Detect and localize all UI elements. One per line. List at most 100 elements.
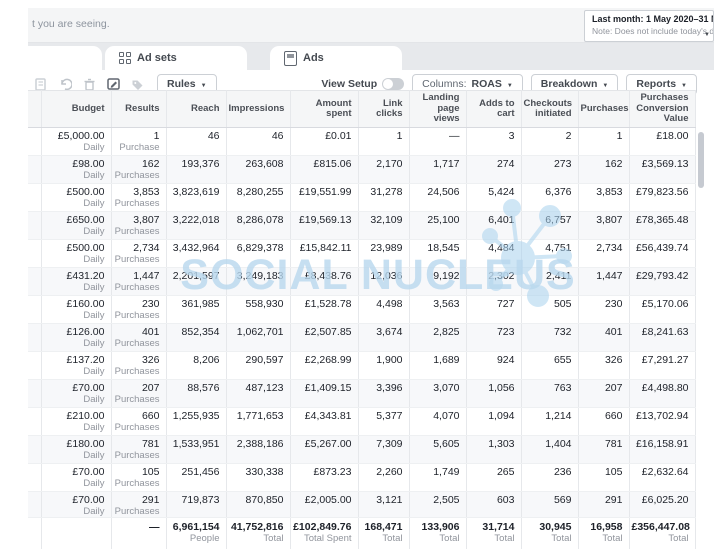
cell-purchases: 326 [578, 352, 629, 380]
cell-purchases-conversion-value: £2,632.64 [629, 464, 695, 492]
cell-amount-spent: £1,528.78 [290, 296, 358, 324]
cell-link-clicks: 3,674 [358, 324, 409, 352]
table-row[interactable]: £70.00Daily105Purchases251,456330,338£87… [28, 464, 695, 492]
column-header[interactable]: Adds to cart [466, 91, 521, 128]
table-row[interactable]: £5,000.00Daily1Purchase4646£0.011—321£18… [28, 128, 695, 156]
cell-purchases-conversion-value: £79,823.56 [629, 184, 695, 212]
total-cell: £102,849.76Total Spent [290, 518, 358, 549]
cell-landing-page-views: 24,506 [409, 184, 466, 212]
cell-impressions: 8,286,078 [226, 212, 290, 240]
cell-purchases-conversion-value: £7,291.27 [629, 352, 695, 380]
tab-ad-sets[interactable]: Ad sets [105, 46, 247, 70]
total-cell: 16,958Total [578, 518, 629, 549]
table-row[interactable]: £70.00Daily207Purchases88,576487,123£1,4… [28, 380, 695, 408]
cell-amount-spent: £1,409.15 [290, 380, 358, 408]
cell-link-clicks: 32,109 [358, 212, 409, 240]
cell-purchases-conversion-value: £6,025.20 [629, 492, 695, 518]
column-header[interactable]: Landing page views [409, 91, 466, 128]
cell-purchases: 105 [578, 464, 629, 492]
cell-landing-page-views: 1,749 [409, 464, 466, 492]
cell-stub [28, 492, 41, 518]
table-row[interactable]: £431.20Daily1,447Purchases2,201,5973,249… [28, 268, 695, 296]
cell-purchases: 291 [578, 492, 629, 518]
cell-purchases-conversion-value: £3,569.13 [629, 156, 695, 184]
cell-adds-to-cart: 265 [466, 464, 521, 492]
table-row[interactable]: £500.00Daily2,734Purchases3,432,9646,829… [28, 240, 695, 268]
cell-link-clicks: 5,377 [358, 408, 409, 436]
cell-adds-to-cart: 723 [466, 324, 521, 352]
cell-checkouts-initiated: 273 [521, 156, 578, 184]
columns-prefix: Columns: [422, 78, 466, 90]
table-row[interactable]: £70.00Daily291Purchases719,873870,850£2,… [28, 492, 695, 518]
column-header[interactable]: Link clicks [358, 91, 409, 128]
cell-link-clicks: 3,396 [358, 380, 409, 408]
cell-budget: £160.00Daily [41, 296, 111, 324]
table-row[interactable]: £137.20Daily326Purchases8,206290,597£2,2… [28, 352, 695, 380]
cell-reach: 2,201,597 [166, 268, 226, 296]
table-row[interactable]: £500.00Daily3,853Purchases3,823,6198,280… [28, 184, 695, 212]
tab-ads[interactable]: Ads [270, 46, 402, 70]
column-header[interactable]: Checkouts initiated [521, 91, 578, 128]
date-range-selector[interactable]: Last month: 1 May 2020–31 Ma Note: Does … [584, 10, 714, 42]
table-row[interactable]: £98.00Daily162Purchases193,376263,608£81… [28, 156, 695, 184]
cell-results: 1,447Purchases [111, 268, 166, 296]
cell-link-clicks: 4,498 [358, 296, 409, 324]
column-header[interactable]: Budget [41, 91, 111, 128]
cell-adds-to-cart: 3 [466, 128, 521, 156]
cell-amount-spent: £19,569.13 [290, 212, 358, 240]
cell-purchases: 3,807 [578, 212, 629, 240]
table-row[interactable]: £210.00Daily660Purchases1,255,9351,771,6… [28, 408, 695, 436]
cell-impressions: 1,062,701 [226, 324, 290, 352]
tab-campaigns-cut[interactable] [28, 46, 102, 70]
cell-budget: £137.20Daily [41, 352, 111, 380]
total-cell: £356,447.08Total [629, 518, 695, 549]
table-row[interactable]: £650.00Daily3,807Purchases3,222,0188,286… [28, 212, 695, 240]
chevron-down-icon [602, 78, 608, 90]
cell-impressions: 8,280,255 [226, 184, 290, 212]
breakdown-label: Breakdown [541, 78, 598, 90]
cell-impressions: 487,123 [226, 380, 290, 408]
column-header[interactable]: Impressions [226, 91, 290, 128]
cell-reach: 719,873 [166, 492, 226, 518]
cell-amount-spent: £2,268.99 [290, 352, 358, 380]
cell-landing-page-views: 9,192 [409, 268, 466, 296]
vertical-scrollbar[interactable] [698, 132, 704, 188]
total-stub [28, 518, 41, 549]
view-setup-toggle[interactable] [382, 78, 404, 90]
table-row[interactable]: £126.00Daily401Purchases852,3541,062,701… [28, 324, 695, 352]
tab-strip: Ad sets Ads [28, 43, 714, 70]
cell-results: 401Purchases [111, 324, 166, 352]
column-header[interactable]: Purchases Conversion Value [629, 91, 695, 128]
cell-checkouts-initiated: 6,376 [521, 184, 578, 212]
cell-results: 3,853Purchases [111, 184, 166, 212]
cell-landing-page-views: 2,825 [409, 324, 466, 352]
column-header[interactable]: Purchases [578, 91, 629, 128]
cell-stub [28, 184, 41, 212]
cell-budget: £431.20Daily [41, 268, 111, 296]
cell-purchases: 1 [578, 128, 629, 156]
column-header[interactable]: Amount spent [290, 91, 358, 128]
cell-impressions: 3,249,183 [226, 268, 290, 296]
column-header[interactable]: Reach [166, 91, 226, 128]
cell-checkouts-initiated: 655 [521, 352, 578, 380]
table-row[interactable]: £160.00Daily230Purchases361,985558,930£1… [28, 296, 695, 324]
cell-impressions: 46 [226, 128, 290, 156]
total-cell: 133,906Total [409, 518, 466, 549]
cell-amount-spent: £19,551.99 [290, 184, 358, 212]
column-header[interactable]: Results [111, 91, 166, 128]
cell-landing-page-views: 3,070 [409, 380, 466, 408]
ads-card-icon [284, 51, 297, 66]
table-row[interactable]: £180.00Daily781Purchases1,533,9512,388,1… [28, 436, 695, 464]
cell-purchases: 2,734 [578, 240, 629, 268]
cell-adds-to-cart: 603 [466, 492, 521, 518]
cell-reach: 8,206 [166, 352, 226, 380]
cell-reach: 3,432,964 [166, 240, 226, 268]
cell-checkouts-initiated: 4,751 [521, 240, 578, 268]
cell-checkouts-initiated: 1,404 [521, 436, 578, 464]
cell-link-clicks: 3,121 [358, 492, 409, 518]
cell-budget: £70.00Daily [41, 492, 111, 518]
cell-stub [28, 408, 41, 436]
cell-purchases-conversion-value: £78,365.48 [629, 212, 695, 240]
cell-results: 162Purchases [111, 156, 166, 184]
total-cell [41, 518, 111, 549]
